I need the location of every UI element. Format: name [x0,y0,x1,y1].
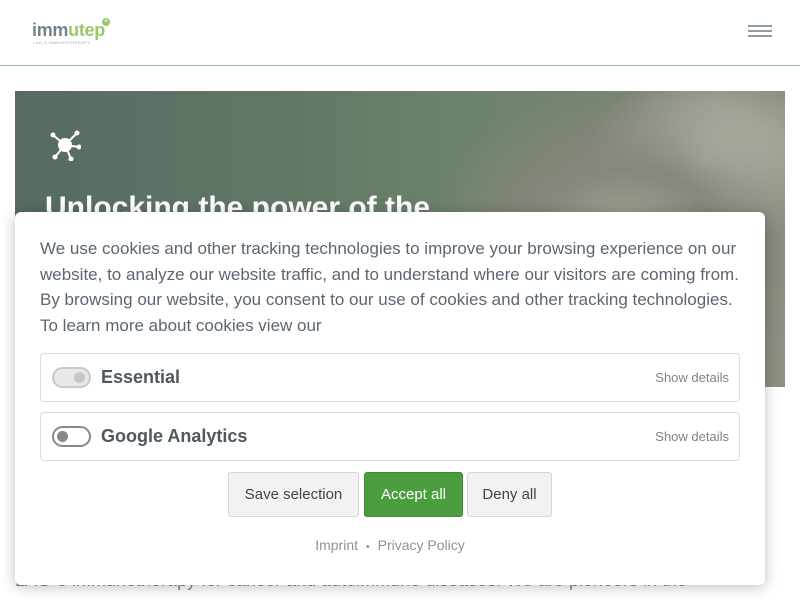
cookie-consent-dialog: We use cookies and other tracking techno… [15,212,765,585]
essential-label: Essential [101,367,181,387]
essential-toggle[interactable] [52,367,91,388]
cookie-consent-text: We use cookies and other tracking techno… [40,239,739,335]
dialog-footer-links: Imprint • Privacy Policy [15,537,765,553]
google-analytics-label: Google Analytics [101,426,248,446]
accept-all-button[interactable]: Accept all [364,472,463,517]
deny-all-button[interactable]: Deny all [467,472,552,517]
google-analytics-show-details-link[interactable]: Show details [655,429,729,444]
google-analytics-toggle[interactable] [52,426,91,447]
cookie-option-essential: Essential Show details [40,353,740,402]
privacy-policy-link[interactable]: Privacy Policy [378,537,465,553]
link-separator: • [365,541,370,553]
save-selection-button[interactable]: Save selection [228,472,359,517]
imprint-link[interactable]: Imprint [315,537,358,553]
essential-show-details-link[interactable]: Show details [655,370,729,385]
cookie-option-google-analytics: Google Analytics Show details [40,412,740,461]
